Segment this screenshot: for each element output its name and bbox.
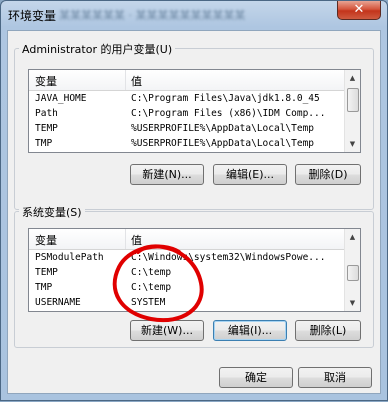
- variable-value: C:\temp: [131, 282, 172, 293]
- column-header-value[interactable]: 值: [131, 232, 142, 248]
- system-variables-list[interactable]: 变量 值 PSModulePath C:\Windows\system32\Wi…: [28, 228, 361, 312]
- variable-value: SYSTEM: [131, 297, 166, 308]
- list-item[interactable]: PSModulePath C:\Windows\system32\Windows…: [29, 251, 344, 265]
- list-item[interactable]: TEMP %USERPROFILE%\AppData\Local\Temp: [29, 122, 344, 136]
- variable-name: TEMP: [35, 267, 58, 278]
- environment-variables-dialog: 环境变量 某某某某某某 · 某某某某某某某某某某 ✕ Administrator…: [0, 0, 388, 401]
- user-new-button[interactable]: 新建(N)...: [130, 164, 204, 185]
- user-list-scrollbar[interactable]: ▲ ▼: [344, 70, 360, 152]
- system-delete-button[interactable]: 删除(L): [295, 320, 361, 341]
- list-item[interactable]: TMP C:\temp: [29, 281, 344, 295]
- variable-name: USERNAME: [35, 297, 81, 308]
- variable-name: JAVA_HOME: [35, 93, 87, 104]
- scroll-thumb[interactable]: [347, 265, 359, 281]
- variable-name: TMP: [35, 282, 53, 293]
- close-button[interactable]: ✕: [337, 1, 381, 20]
- variable-value: %USERPROFILE%\AppData\Local\Temp: [131, 123, 315, 134]
- column-header-variable[interactable]: 变量: [35, 232, 57, 248]
- variable-name: TEMP: [35, 123, 58, 134]
- blurred-title-text: 某某某某某某 · 某某某某某某某某某某: [59, 9, 246, 22]
- variable-value: C:\Windows\system32\WindowsPowe...: [131, 252, 326, 263]
- user-edit-button[interactable]: 编辑(E)...: [213, 164, 287, 185]
- system-new-button[interactable]: 新建(W)...: [130, 320, 204, 341]
- close-icon: ✕: [353, 2, 365, 17]
- list-item[interactable]: TMP %USERPROFILE%\AppData\Local\Temp: [29, 137, 344, 151]
- list-item[interactable]: JAVA_HOME C:\Program Files\Java\jdk1.8.0…: [29, 92, 344, 106]
- variable-value: C:\Program Files (x86)\IDM Comp...: [131, 108, 326, 119]
- title-bar[interactable]: 环境变量 某某某某某某 · 某某某某某某某某某某 ✕: [1, 1, 387, 27]
- user-variables-label: Administrator 的用户变量(U): [19, 41, 176, 57]
- scroll-down-arrow-icon[interactable]: ▼: [345, 136, 360, 152]
- user-variables-list[interactable]: 变量 值 JAVA_HOME C:\Program Files\Java\jdk…: [28, 69, 361, 153]
- list-item[interactable]: TEMP C:\temp: [29, 266, 344, 280]
- system-edit-button[interactable]: 编辑(I)...: [213, 320, 287, 341]
- variable-name: Path: [35, 108, 58, 119]
- dialog-body: Administrator 的用户变量(U) 变量 值 JAVA_HOME C:…: [7, 30, 381, 394]
- user-delete-button[interactable]: 删除(D): [295, 164, 361, 185]
- cancel-button[interactable]: 取消: [298, 367, 372, 388]
- variable-value: C:\temp: [131, 267, 172, 278]
- system-list-scrollbar[interactable]: ▲ ▼: [344, 229, 360, 311]
- variable-name: PSModulePath: [35, 252, 104, 263]
- variable-value: %USERPROFILE%\AppData\Local\Temp: [131, 138, 315, 149]
- variable-name: TMP: [35, 138, 53, 149]
- column-header-variable[interactable]: 变量: [35, 73, 57, 89]
- list-item[interactable]: Path C:\Program Files (x86)\IDM Comp...: [29, 107, 344, 121]
- scroll-down-arrow-icon[interactable]: ▼: [345, 295, 360, 311]
- list-item[interactable]: USERNAME SYSTEM: [29, 296, 344, 310]
- ok-button[interactable]: 确定: [219, 367, 293, 388]
- system-variables-header: 变量 值: [29, 229, 344, 250]
- system-variables-label: 系统变量(S): [19, 204, 85, 220]
- variable-value: C:\Program Files\Java\jdk1.8.0_45: [131, 93, 320, 104]
- system-variables-group: 系统变量(S) 变量 值 PSModulePath C:\Windows\sys…: [14, 204, 374, 348]
- scroll-up-arrow-icon[interactable]: ▲: [345, 70, 360, 86]
- scroll-up-arrow-icon[interactable]: ▲: [345, 229, 360, 245]
- window-title: 环境变量: [8, 9, 57, 23]
- user-variables-group: Administrator 的用户变量(U) 变量 值 JAVA_HOME C:…: [14, 41, 374, 210]
- user-variables-header: 变量 值: [29, 70, 344, 91]
- column-header-value[interactable]: 值: [131, 73, 142, 89]
- scroll-thumb[interactable]: [347, 88, 359, 112]
